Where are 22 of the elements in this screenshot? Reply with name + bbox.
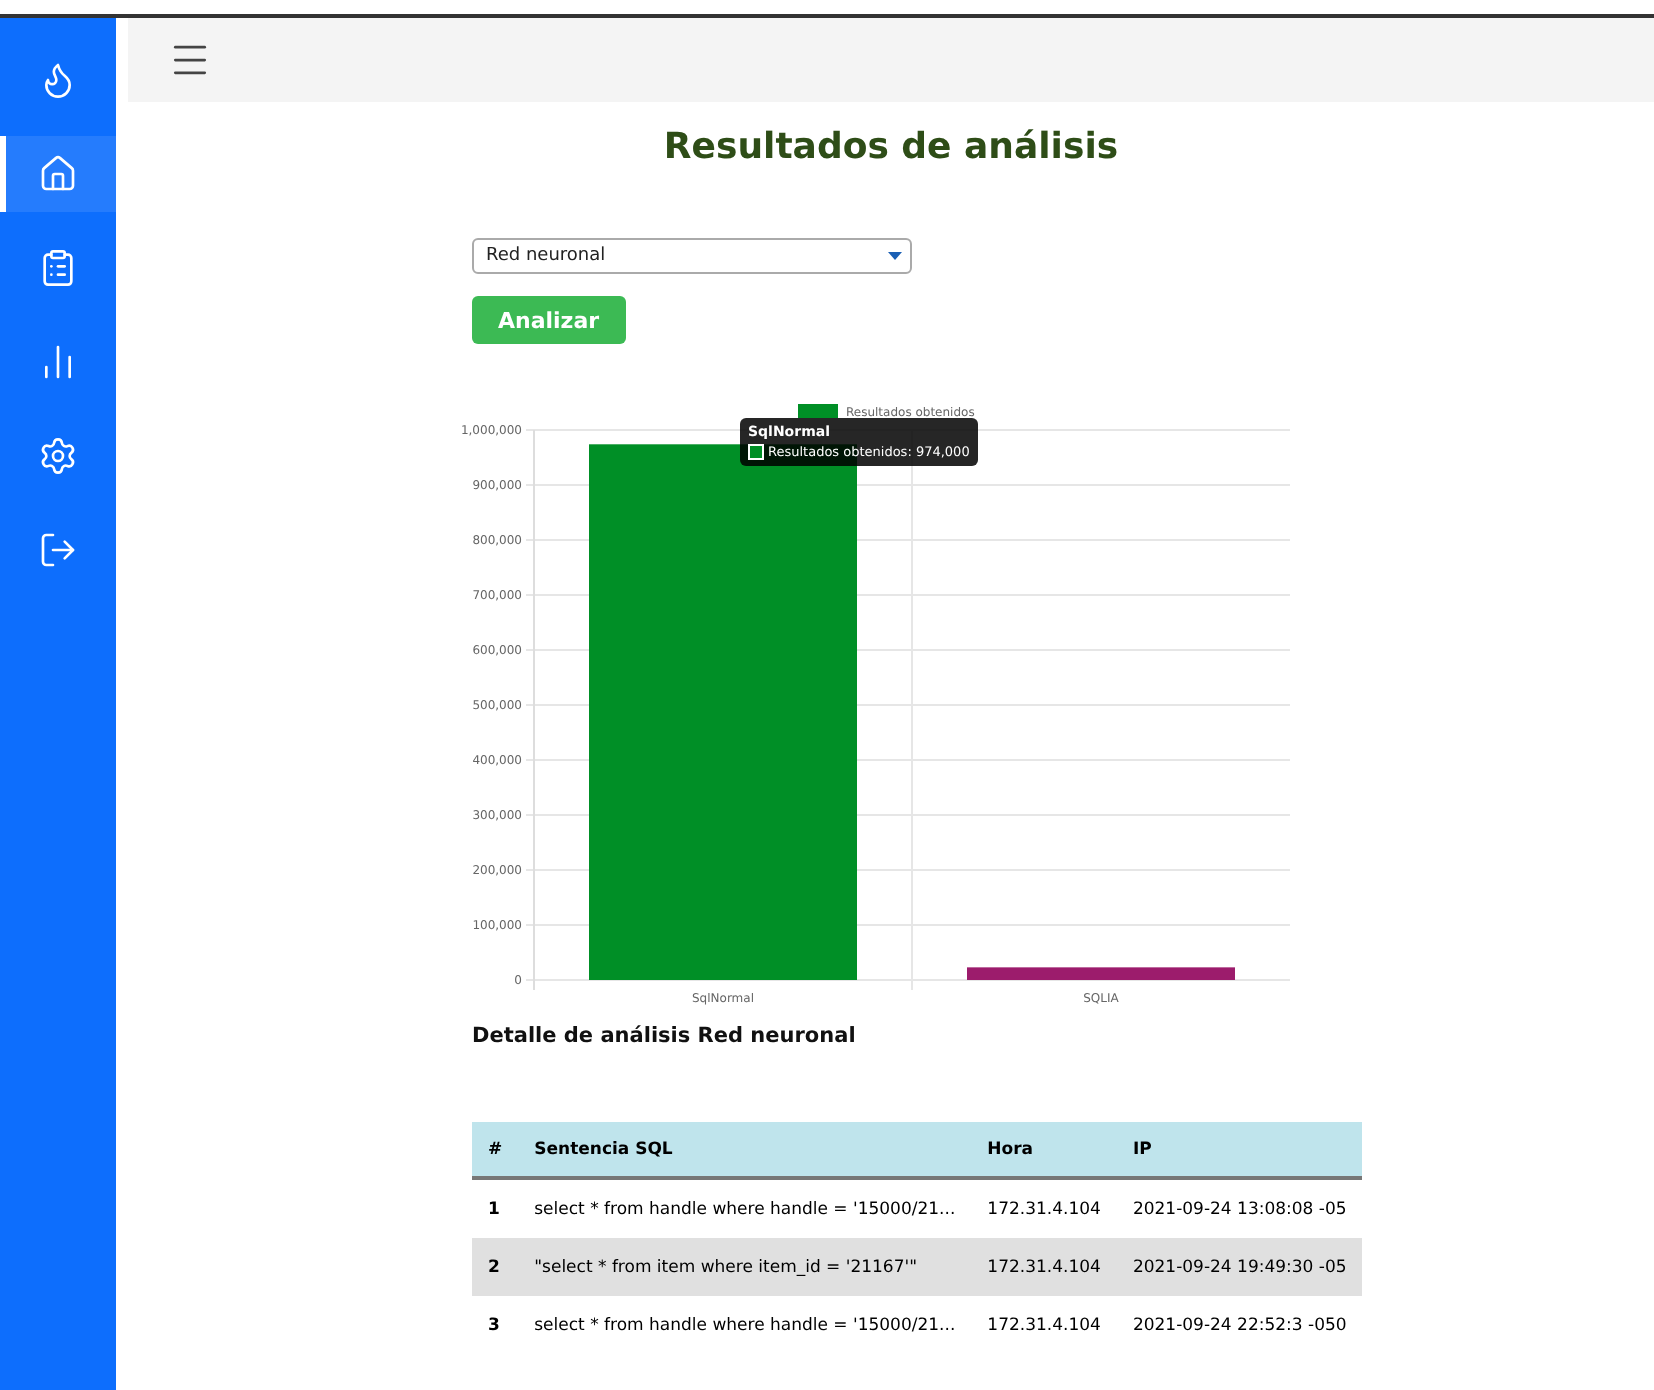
column-header: IP — [1116, 1122, 1363, 1178]
section-title: Detalle de análisis Red neuronal — [472, 1024, 856, 1048]
column-header: Hora — [971, 1122, 1117, 1178]
sidebar-item[interactable] — [0, 136, 116, 212]
table-cell: 2021-09-24 19:49:30 -05 — [1116, 1238, 1363, 1296]
logout-icon — [38, 530, 78, 570]
legend-swatch — [748, 444, 764, 460]
home-icon — [38, 154, 78, 194]
clipboard-icon — [38, 248, 78, 288]
table-cell: "select * from item where item_id = '21167'" — [518, 1238, 972, 1296]
column-header: # — [472, 1122, 519, 1178]
table-cell: 1 — [472, 1178, 519, 1238]
table-cell: 172.31.4.104 — [971, 1238, 1117, 1296]
table-cell: select * from handle where handle = '15000/21... — [518, 1178, 972, 1238]
caret-icon — [888, 252, 902, 260]
table-cell: 2021-09-24 13:08:08 -05 — [1116, 1178, 1363, 1238]
table-cell: 2 — [472, 1238, 519, 1296]
table-cell: 172.31.4.104 — [971, 1178, 1117, 1238]
column-header: Sentencia SQL — [518, 1122, 972, 1178]
settings-icon — [38, 436, 78, 476]
model-select[interactable]: Red neuronal — [472, 238, 912, 274]
page-title: Resultados de análisis — [661, 126, 1121, 168]
